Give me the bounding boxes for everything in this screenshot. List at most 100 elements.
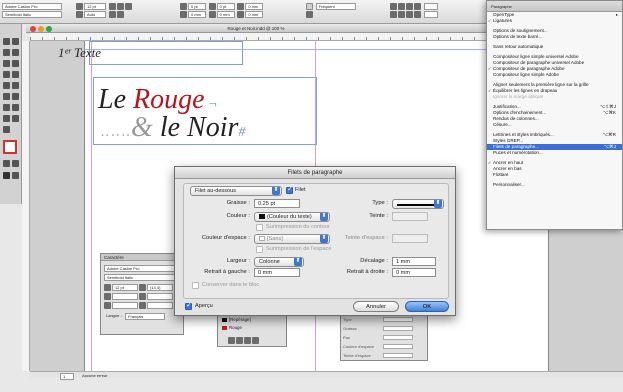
kerning-field[interactable]: 0 pt [188, 3, 206, 10]
underline-icon[interactable] [108, 3, 116, 10]
scissors-tool-icon[interactable] [3, 93, 10, 100]
overprint-stroke-checkbox[interactable] [256, 224, 263, 231]
align-left-icon[interactable] [390, 3, 397, 10]
hand-tool-icon[interactable] [12, 115, 19, 122]
zoom-window-icon[interactable] [46, 26, 52, 32]
swap-colors-icon[interactable] [3, 160, 10, 167]
gap-tool-icon[interactable] [12, 49, 19, 56]
pen-tool-icon[interactable] [3, 71, 10, 78]
new-swatch-icon[interactable] [228, 337, 235, 344]
rectangle-frame-tool-icon[interactable] [3, 82, 10, 89]
minimize-window-icon[interactable] [38, 26, 44, 32]
menu-panel-tab[interactable]: Paragraphe [487, 1, 622, 12]
text-frame-header[interactable] [89, 41, 243, 65]
transform-tool-icon[interactable] [12, 93, 19, 100]
superscript-icon[interactable] [108, 11, 116, 18]
font-size-field[interactable]: 12 pt [84, 3, 106, 10]
char-size-field[interactable]: 12 pt [112, 284, 138, 291]
char-hscale-field[interactable] [147, 302, 173, 309]
menu-item-composer-4[interactable]: Compositeur ligne simple Adobe [487, 72, 622, 78]
close-window-icon[interactable] [30, 26, 36, 32]
char-kern-field[interactable] [112, 293, 138, 300]
char-font-field[interactable]: Adobe Caslon Pro [104, 265, 180, 272]
type-tool-icon[interactable] [3, 60, 10, 67]
menu-item-floating[interactable]: Flottant [487, 172, 622, 178]
preview-checkbox[interactable] [185, 301, 192, 310]
char-leading-field[interactable]: (14,4) [147, 284, 173, 291]
paragraph-style-field[interactable]: Fréquent [315, 3, 356, 10]
swatch-options-icon[interactable] [244, 337, 251, 344]
skew-field[interactable]: 0 mm [216, 11, 235, 18]
pp-field[interactable] [383, 326, 413, 331]
align-spine-icon[interactable] [398, 11, 405, 18]
space-field[interactable] [423, 11, 438, 18]
offset-field[interactable]: 1 mm [392, 257, 436, 266]
left-indent-field[interactable]: 0 mm [254, 268, 300, 277]
indent-field[interactable] [423, 3, 438, 10]
cancel-button[interactable]: Annuler [353, 301, 399, 312]
selection-tool-icon[interactable] [3, 38, 10, 45]
rectangle-tool-icon[interactable] [12, 82, 19, 89]
leading-field[interactable]: Auto [84, 11, 106, 18]
scale-field[interactable]: 0 mm [245, 3, 264, 10]
page-number-field[interactable]: 1 [60, 373, 74, 380]
gap-tint-field[interactable] [392, 234, 428, 243]
tint-field[interactable] [392, 212, 428, 221]
type-select[interactable] [392, 199, 444, 209]
char-track-field[interactable] [147, 293, 173, 300]
keep-in-frame-checkbox[interactable] [192, 282, 199, 289]
swatch-view-icon[interactable] [252, 337, 259, 344]
page-tool-icon[interactable] [3, 49, 10, 56]
rule-on-checkbox[interactable] [286, 185, 293, 194]
weight-field[interactable]: 0,25 pt [254, 199, 300, 208]
font-family-field[interactable]: Adobe Caslon Pro [2, 3, 62, 10]
vertical-ruler[interactable] [22, 41, 30, 371]
align-center-icon[interactable] [398, 3, 405, 10]
font-style-field[interactable]: Semibold Italic [2, 11, 62, 18]
strike-icon[interactable] [116, 3, 124, 10]
ok-button[interactable]: OK [405, 301, 449, 312]
menu-item-ligatures[interactable]: Ligatures [487, 18, 622, 24]
subscript-icon[interactable] [116, 11, 124, 18]
char-vscale-field[interactable] [112, 302, 138, 309]
pp-field[interactable] [383, 344, 413, 349]
justify-all-icon[interactable] [390, 11, 397, 18]
pp-field[interactable] [383, 353, 413, 358]
baseline-field[interactable]: 0 mm [188, 11, 206, 18]
menu-item-strike-options[interactable]: Options de texte barré... [487, 34, 622, 40]
align-right-icon[interactable] [406, 3, 413, 10]
right-indent-field[interactable]: 0 mm [392, 268, 436, 277]
color-select[interactable]: (Couleur du texte) [254, 212, 330, 222]
line-tool-icon[interactable] [12, 60, 19, 67]
rotate-field[interactable]: 0 mm [245, 11, 264, 18]
swatch-registration[interactable]: [Repérage] [221, 317, 283, 323]
gap-color-select[interactable]: [Sans] [254, 234, 330, 244]
menu-item-bullets[interactable]: Puces et numérotation... [487, 150, 622, 156]
pp-field[interactable] [383, 335, 413, 340]
normal-view-icon[interactable] [3, 172, 10, 179]
tracking-field[interactable]: 0 pt [216, 3, 235, 10]
character-panel-tab[interactable]: Caractère [101, 254, 183, 261]
char-language-field[interactable]: Français [125, 313, 165, 320]
char-style-icon[interactable] [306, 3, 313, 10]
width-select[interactable]: Colonne [254, 257, 304, 267]
numbers-icon[interactable] [414, 11, 421, 18]
default-colors-icon[interactable] [12, 160, 19, 167]
char-style-field[interactable]: Semibold Italic [104, 274, 180, 281]
menu-item-customize[interactable]: Personnaliser... [487, 182, 622, 188]
menu-item-no-break[interactable]: Sans retour automatique [487, 44, 622, 50]
pp-field[interactable] [383, 317, 413, 322]
caps-icon[interactable] [124, 3, 132, 10]
overprint-gap-checkbox[interactable] [256, 246, 263, 253]
fill-stroke-icon[interactable] [3, 140, 17, 154]
zoom-tool-icon[interactable] [3, 126, 10, 133]
eyedropper-tool-icon[interactable] [3, 115, 10, 122]
justify-icon[interactable] [414, 3, 421, 10]
rule-position-select[interactable]: Filet au-dessous [190, 186, 282, 196]
note-tool-icon[interactable] [12, 104, 19, 111]
gradient-tool-icon[interactable] [3, 104, 10, 111]
menu-item-hyphenation[interactable]: Césure... [487, 122, 622, 128]
preview-view-icon[interactable] [12, 172, 19, 179]
direct-selection-tool-icon[interactable] [12, 38, 19, 45]
bullets-icon[interactable] [406, 11, 413, 18]
